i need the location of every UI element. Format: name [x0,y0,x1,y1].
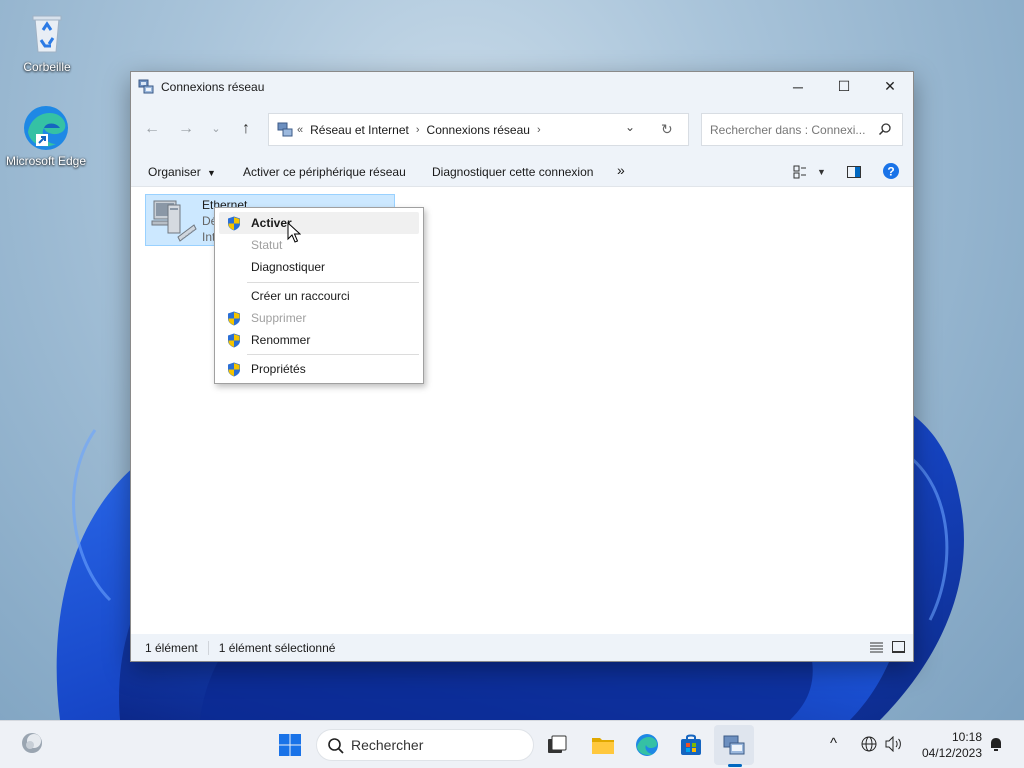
desktop-icon-label: Microsoft Edge [5,154,87,168]
menu-item-label: Statut [251,238,283,252]
menu-item-proprietes[interactable]: Propriétés [219,358,419,380]
desktop-icon-label: Corbeille [23,60,71,74]
status-divider [207,640,209,655]
file-explorer-icon[interactable] [591,733,615,757]
item-count: 1 élément [145,640,198,655]
start-windows-icon[interactable] [278,733,302,757]
menu-item-supprimer[interactable]: Supprimer [219,307,419,329]
breadcrumb-reseau-internet[interactable]: Réseau et Internet [310,123,409,137]
taskbar: Rechercher ^ 10:18 04/12/2023 [0,720,1024,768]
network-connections-taskbar-icon[interactable] [722,733,746,757]
address-bar[interactable]: « Réseau et Internet › Connexions réseau… [268,113,689,146]
desktop-icon-edge[interactable]: Microsoft Edge [5,104,87,168]
command-bar: Organiser ▼ Activer ce périphérique rése… [131,157,913,187]
menu-item-diagnostiquer[interactable]: Diagnostiquer [219,256,419,278]
recent-locations-chevron-icon[interactable]: ⌄ [206,119,226,139]
network-globe-icon[interactable] [861,736,877,756]
search-icon[interactable] [878,122,892,136]
preview-pane-icon[interactable] [847,163,861,178]
taskbar-clock[interactable]: 10:18 04/12/2023 [912,729,982,761]
clock-time: 10:18 [951,730,982,744]
show-hidden-icons-chevron-icon[interactable]: ^ [830,735,837,752]
change-view-icon[interactable] [793,163,807,179]
mouse-cursor-icon [287,221,302,244]
selected-count: 1 élément sélectionné [218,640,336,655]
address-history-chevron-icon[interactable]: ⌄ [625,120,635,134]
menu-item-label: Supprimer [251,311,307,325]
organize-button[interactable]: Organiser ▼ [148,165,216,179]
status-bar: 1 élément 1 élément sélectionné [131,634,913,661]
activate-device-button[interactable]: Activer ce périphérique réseau [243,165,406,179]
search-input[interactable]: Rechercher dans : Connexi... [710,123,865,137]
details-view-icon[interactable] [870,641,883,656]
forward-arrow-icon[interactable]: → [176,119,196,139]
diagnose-connection-button[interactable]: Diagnostiquer cette connexion [432,165,593,179]
uac-shield-icon [227,333,241,348]
widgets-icon[interactable] [20,731,44,755]
svg-text:?: ? [887,165,894,179]
organize-label: Organiser [148,165,201,179]
uac-shield-icon [227,362,241,377]
menu-item-creer-raccourci[interactable]: Créer un raccourci [219,285,419,307]
network-connections-icon [277,122,293,138]
help-icon[interactable]: ? [882,162,900,183]
menu-separator [247,282,419,283]
menu-item-label: Créer un raccourci [251,289,350,303]
navigation-bar: ← → ⌄ ↑ « Réseau et Internet › Connexion… [131,101,913,157]
edge-taskbar-icon[interactable] [635,733,659,757]
search-box[interactable]: Rechercher dans : Connexi... [701,113,903,146]
large-icons-view-icon[interactable] [892,641,905,656]
menu-item-activer[interactable]: Activer [219,212,419,234]
title-bar[interactable]: Connexions réseau ─ ☐ ✕ [131,72,913,101]
minimize-button[interactable]: ─ [775,72,821,101]
taskbar-search[interactable]: Rechercher [316,729,534,761]
desktop-icon-recycle-bin[interactable]: Corbeille [6,10,88,74]
microsoft-store-icon[interactable] [679,733,703,757]
address-overflow[interactable]: « [297,124,303,136]
up-arrow-icon[interactable]: ↑ [236,119,256,139]
dropdown-arrow-icon: ▼ [207,168,216,178]
menu-item-label: Activer [251,216,292,230]
recycle-bin-icon [23,10,71,58]
network-adapter-icon [150,197,198,243]
edge-icon [22,104,70,152]
refresh-icon[interactable]: ↻ [661,121,673,138]
menu-item-renommer[interactable]: Renommer [219,329,419,351]
view-dropdown-arrow-icon[interactable]: ▼ [817,167,826,177]
taskbar-search-label: Rechercher [351,737,424,753]
menu-item-label: Propriétés [251,362,306,376]
menu-item-label: Diagnostiquer [251,260,326,274]
network-connections-icon [138,79,154,95]
breadcrumb-separator-icon[interactable]: › [416,124,420,136]
window-title: Connexions réseau [161,79,265,94]
clock-date: 04/12/2023 [921,746,982,760]
breadcrumb-separator-icon[interactable]: › [537,124,541,136]
active-app-indicator [728,764,742,767]
volume-icon[interactable] [885,735,903,756]
more-commands-button[interactable]: » [617,162,625,178]
menu-separator [247,354,419,355]
search-icon [327,737,345,755]
task-view-icon[interactable] [545,733,569,757]
menu-item-statut[interactable]: Statut [219,234,419,256]
close-button[interactable]: ✕ [867,72,913,101]
notifications-icon[interactable] [988,736,1004,756]
context-menu: Activer Statut Diagnostiquer Créer un ra… [214,207,424,384]
back-arrow-icon[interactable]: ← [142,119,162,139]
uac-shield-icon [227,311,241,326]
maximize-button[interactable]: ☐ [821,72,867,101]
menu-item-label: Renommer [251,333,311,347]
uac-shield-icon [227,216,241,231]
breadcrumb-connexions-reseau[interactable]: Connexions réseau [427,123,530,137]
